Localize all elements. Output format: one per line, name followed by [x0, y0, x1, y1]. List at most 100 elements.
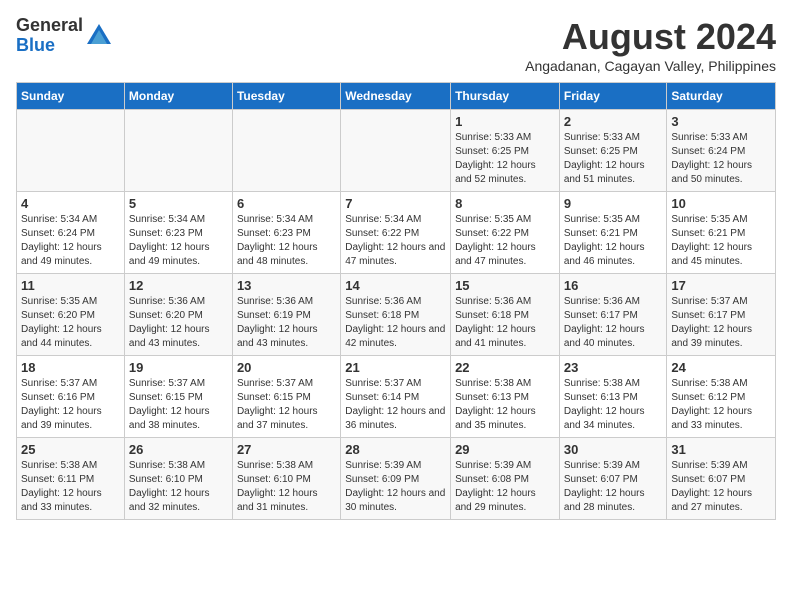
calendar-cell: [124, 110, 232, 192]
cell-date-number: 12: [129, 278, 228, 293]
calendar-cell: 22 Sunrise: 5:38 AMSunset: 6:13 PMDayligh…: [451, 356, 560, 438]
calendar-cell: 3Sunrise: 5:33 AMSunset: 6:24 PMDaylight…: [667, 110, 776, 192]
calendar-cell: 5 Sunrise: 5:34 AMSunset: 6:23 PMDaylight…: [124, 192, 232, 274]
cell-date-number: 6: [237, 196, 336, 211]
calendar-cell: 2Sunrise: 5:33 AMSunset: 6:25 PMDaylight…: [559, 110, 667, 192]
week-row-1: 1Sunrise: 5:33 AMSunset: 6:25 PMDaylight…: [17, 110, 776, 192]
cell-info: Sunrise: 5:38 AMSunset: 6:11 PMDaylight:…: [21, 459, 120, 515]
header-day-wednesday: Wednesday: [341, 83, 451, 110]
cell-info: Sunrise: 5:34 AMSunset: 6:23 PMDaylight:…: [237, 213, 336, 269]
cell-info: Sunrise: 5:37 AMSunset: 6:14 PMDaylight:…: [345, 377, 446, 433]
page-header: General Blue August 2024 Angadanan, Caga…: [16, 16, 776, 74]
cell-info: Sunrise: 5:36 AMSunset: 6:18 PMDaylight:…: [455, 295, 555, 351]
cell-date-number: 15: [455, 278, 555, 293]
calendar-cell: 6 Sunrise: 5:34 AMSunset: 6:23 PMDaylight…: [232, 192, 340, 274]
cell-info: Sunrise: 5:35 AMSunset: 6:21 PMDaylight:…: [564, 213, 663, 269]
cell-info: Sunrise: 5:33 AMSunset: 6:25 PMDaylight:…: [455, 131, 555, 187]
cell-date-number: 16: [564, 278, 663, 293]
cell-date-number: 14: [345, 278, 446, 293]
calendar-cell: 11 Sunrise: 5:35 AMSunset: 6:20 PMDayligh…: [17, 274, 125, 356]
cell-date-number: 11: [21, 278, 120, 293]
cell-info: Sunrise: 5:34 AMSunset: 6:23 PMDaylight:…: [129, 213, 228, 269]
calendar-cell: 17Sunrise: 5:37 AMSunset: 6:17 PMDayligh…: [667, 274, 776, 356]
cell-info: Sunrise: 5:38 AMSunset: 6:13 PMDaylight:…: [564, 377, 663, 433]
cell-date-number: 20: [237, 360, 336, 375]
calendar-cell: 19 Sunrise: 5:37 AMSunset: 6:15 PMDayligh…: [124, 356, 232, 438]
location-subtitle: Angadanan, Cagayan Valley, Philippines: [525, 58, 776, 74]
calendar-cell: 13 Sunrise: 5:36 AMSunset: 6:19 PMDayligh…: [232, 274, 340, 356]
week-row-3: 11 Sunrise: 5:35 AMSunset: 6:20 PMDayligh…: [17, 274, 776, 356]
cell-info: Sunrise: 5:38 AMSunset: 6:13 PMDaylight:…: [455, 377, 555, 433]
calendar-cell: 4 Sunrise: 5:34 AMSunset: 6:24 PMDaylight…: [17, 192, 125, 274]
calendar-table: SundayMondayTuesdayWednesdayThursdayFrid…: [16, 82, 776, 520]
logo-icon: [85, 22, 113, 50]
header-day-monday: Monday: [124, 83, 232, 110]
cell-date-number: 13: [237, 278, 336, 293]
calendar-cell: 18Sunrise: 5:37 AMSunset: 6:16 PMDayligh…: [17, 356, 125, 438]
cell-date-number: 19: [129, 360, 228, 375]
cell-info: Sunrise: 5:35 AMSunset: 6:21 PMDaylight:…: [671, 213, 771, 269]
cell-info: Sunrise: 5:37 AMSunset: 6:15 PMDaylight:…: [129, 377, 228, 433]
cell-info: Sunrise: 5:33 AMSunset: 6:24 PMDaylight:…: [671, 131, 771, 187]
cell-info: Sunrise: 5:39 AMSunset: 6:07 PMDaylight:…: [671, 459, 771, 515]
calendar-cell: 14 Sunrise: 5:36 AMSunset: 6:18 PMDayligh…: [341, 274, 451, 356]
cell-date-number: 27: [237, 442, 336, 457]
calendar-cell: 30 Sunrise: 5:39 AMSunset: 6:07 PMDayligh…: [559, 438, 667, 520]
cell-date-number: 30: [564, 442, 663, 457]
logo-general: General: [16, 16, 83, 36]
cell-info: Sunrise: 5:37 AMSunset: 6:15 PMDaylight:…: [237, 377, 336, 433]
header-day-saturday: Saturday: [667, 83, 776, 110]
cell-date-number: 31: [671, 442, 771, 457]
week-row-4: 18Sunrise: 5:37 AMSunset: 6:16 PMDayligh…: [17, 356, 776, 438]
cell-date-number: 28: [345, 442, 446, 457]
cell-info: Sunrise: 5:38 AMSunset: 6:12 PMDaylight:…: [671, 377, 771, 433]
cell-info: Sunrise: 5:33 AMSunset: 6:25 PMDaylight:…: [564, 131, 663, 187]
cell-date-number: 17: [671, 278, 771, 293]
cell-info: Sunrise: 5:34 AMSunset: 6:24 PMDaylight:…: [21, 213, 120, 269]
cell-info: Sunrise: 5:35 AMSunset: 6:22 PMDaylight:…: [455, 213, 555, 269]
cell-info: Sunrise: 5:34 AMSunset: 6:22 PMDaylight:…: [345, 213, 446, 269]
cell-info: Sunrise: 5:36 AMSunset: 6:19 PMDaylight:…: [237, 295, 336, 351]
cell-date-number: 9: [564, 196, 663, 211]
cell-date-number: 8: [455, 196, 555, 211]
cell-info: Sunrise: 5:35 AMSunset: 6:20 PMDaylight:…: [21, 295, 120, 351]
logo: General Blue: [16, 16, 113, 56]
calendar-cell: 20 Sunrise: 5:37 AMSunset: 6:15 PMDayligh…: [232, 356, 340, 438]
calendar-body: 1Sunrise: 5:33 AMSunset: 6:25 PMDaylight…: [17, 110, 776, 520]
calendar-cell: 15 Sunrise: 5:36 AMSunset: 6:18 PMDayligh…: [451, 274, 560, 356]
calendar-cell: 10 Sunrise: 5:35 AMSunset: 6:21 PMDayligh…: [667, 192, 776, 274]
cell-info: Sunrise: 5:36 AMSunset: 6:18 PMDaylight:…: [345, 295, 446, 351]
cell-info: Sunrise: 5:38 AMSunset: 6:10 PMDaylight:…: [237, 459, 336, 515]
cell-date-number: 4: [21, 196, 120, 211]
calendar-cell: 21Sunrise: 5:37 AMSunset: 6:14 PMDayligh…: [341, 356, 451, 438]
calendar-cell: 27 Sunrise: 5:38 AMSunset: 6:10 PMDayligh…: [232, 438, 340, 520]
cell-date-number: 24: [671, 360, 771, 375]
calendar-cell: 31 Sunrise: 5:39 AMSunset: 6:07 PMDayligh…: [667, 438, 776, 520]
week-row-2: 4 Sunrise: 5:34 AMSunset: 6:24 PMDaylight…: [17, 192, 776, 274]
cell-date-number: 10: [671, 196, 771, 211]
calendar-cell: 9 Sunrise: 5:35 AMSunset: 6:21 PMDaylight…: [559, 192, 667, 274]
calendar-cell: 26 Sunrise: 5:38 AMSunset: 6:10 PMDayligh…: [124, 438, 232, 520]
cell-date-number: 26: [129, 442, 228, 457]
cell-info: Sunrise: 5:39 AMSunset: 6:08 PMDaylight:…: [455, 459, 555, 515]
cell-date-number: 5: [129, 196, 228, 211]
header-day-tuesday: Tuesday: [232, 83, 340, 110]
cell-date-number: 23: [564, 360, 663, 375]
title-section: August 2024 Angadanan, Cagayan Valley, P…: [525, 16, 776, 74]
cell-info: Sunrise: 5:39 AMSunset: 6:07 PMDaylight:…: [564, 459, 663, 515]
calendar-cell: 28 Sunrise: 5:39 AMSunset: 6:09 PMDayligh…: [341, 438, 451, 520]
logo-blue: Blue: [16, 36, 83, 56]
calendar-header: SundayMondayTuesdayWednesdayThursdayFrid…: [17, 83, 776, 110]
cell-info: Sunrise: 5:36 AMSunset: 6:17 PMDaylight:…: [564, 295, 663, 351]
cell-info: Sunrise: 5:39 AMSunset: 6:09 PMDaylight:…: [345, 459, 446, 515]
header-day-sunday: Sunday: [17, 83, 125, 110]
week-row-5: 25Sunrise: 5:38 AMSunset: 6:11 PMDayligh…: [17, 438, 776, 520]
calendar-cell: 1Sunrise: 5:33 AMSunset: 6:25 PMDaylight…: [451, 110, 560, 192]
header-day-thursday: Thursday: [451, 83, 560, 110]
calendar-cell: [17, 110, 125, 192]
cell-date-number: 22: [455, 360, 555, 375]
calendar-cell: [341, 110, 451, 192]
cell-info: Sunrise: 5:37 AMSunset: 6:16 PMDaylight:…: [21, 377, 120, 433]
calendar-cell: 25Sunrise: 5:38 AMSunset: 6:11 PMDayligh…: [17, 438, 125, 520]
cell-info: Sunrise: 5:38 AMSunset: 6:10 PMDaylight:…: [129, 459, 228, 515]
